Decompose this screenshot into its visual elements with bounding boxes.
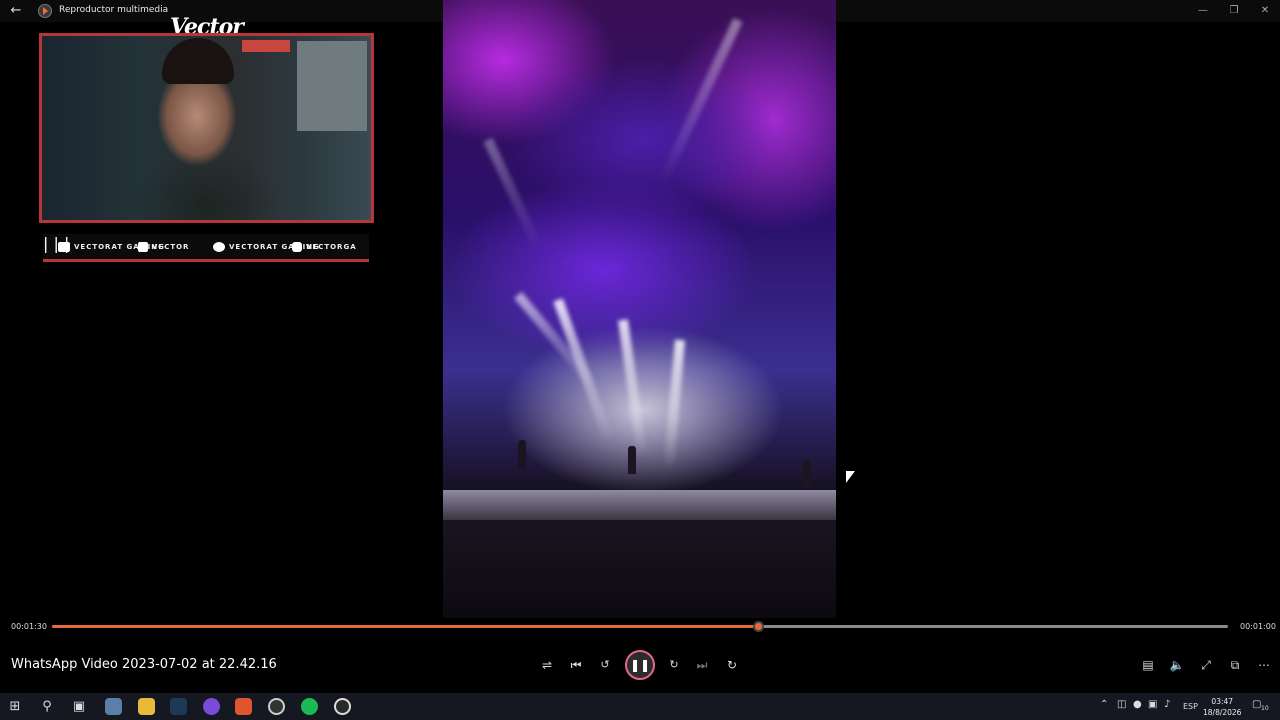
seek-progress xyxy=(52,625,758,628)
social-twitch: VECTOR xyxy=(138,240,189,254)
tray-chevron-icon[interactable]: ⌃ xyxy=(1100,699,1108,710)
repeat-off-icon[interactable]: ↻ xyxy=(723,656,741,674)
file-explorer-icon[interactable] xyxy=(138,698,155,715)
fullscreen-icon[interactable]: ⤢ xyxy=(1197,656,1215,674)
light-beam xyxy=(618,319,648,460)
crowd xyxy=(443,520,836,618)
media-player-taskbar-icon[interactable] xyxy=(334,698,351,715)
discord-icon[interactable] xyxy=(203,698,220,715)
social-label: VECTORGA xyxy=(306,243,357,251)
background-door xyxy=(297,41,367,131)
performer xyxy=(628,446,636,474)
media-title: WhatsApp Video 2023-07-02 at 22.42.16 xyxy=(11,657,277,672)
back-arrow-icon[interactable]: ← xyxy=(8,3,24,19)
minimize-button[interactable]: — xyxy=(1190,2,1216,20)
remaining-time: 00:01:00 xyxy=(1240,622,1276,631)
volume-icon[interactable]: 🔈 xyxy=(1168,656,1186,674)
close-button[interactable]: ✕ xyxy=(1252,2,1278,20)
notification-count: 10 xyxy=(1261,705,1269,712)
app-icon[interactable] xyxy=(105,698,122,715)
video-frame[interactable] xyxy=(443,0,836,618)
skip-forward-30-icon[interactable]: ↻ xyxy=(665,656,683,674)
speaker-icon[interactable]: ♪ xyxy=(1164,699,1170,710)
spotify-icon[interactable] xyxy=(301,698,318,715)
seek-bar[interactable] xyxy=(52,621,1228,632)
instagram-icon xyxy=(292,242,302,252)
media-player-icon xyxy=(38,4,52,18)
elapsed-time: 00:01:30 xyxy=(11,622,47,631)
search-icon[interactable]: ⚲ xyxy=(37,697,57,717)
light-beam xyxy=(663,339,685,470)
next-track-icon[interactable]: ⏭ xyxy=(693,656,711,674)
tray-device-icon[interactable]: ◫ xyxy=(1117,699,1126,710)
window-title: Reproductor multimedia xyxy=(59,5,169,15)
network-icon[interactable]: ▣ xyxy=(1148,699,1157,710)
microphone-icon[interactable]: ● xyxy=(1133,699,1142,710)
skip-back-10-icon[interactable]: ↺ xyxy=(596,656,614,674)
steam-icon[interactable] xyxy=(170,698,187,715)
social-label: VECTOR xyxy=(152,243,190,251)
performer xyxy=(518,440,526,468)
language-indicator[interactable]: ESP xyxy=(1183,702,1198,711)
clock-time: 03:47 xyxy=(1211,697,1234,706)
youtube-icon xyxy=(58,242,70,252)
clock[interactable]: 03:47 18/8/2026 xyxy=(1203,696,1241,718)
performer xyxy=(803,460,811,488)
background-sign xyxy=(242,40,290,52)
clock-date: 18/8/2026 xyxy=(1203,708,1242,717)
seek-thumb[interactable] xyxy=(752,621,764,632)
restore-button[interactable]: ❐ xyxy=(1221,2,1247,20)
start-windows-icon[interactable]: ⊞ xyxy=(5,697,25,717)
social-separator: | xyxy=(43,234,49,253)
obs-icon[interactable] xyxy=(268,698,285,715)
shuffle-icon[interactable]: ⇌ xyxy=(538,656,556,674)
task-view-icon[interactable]: ▣ xyxy=(69,697,89,717)
stage xyxy=(443,490,836,520)
taskbar: ⊞ ⚲ ▣ ⌃ ◫ ● ▣ ♪ ESP ▢ 10 xyxy=(0,693,1280,720)
brave-browser-icon[interactable] xyxy=(235,698,252,715)
previous-track-icon[interactable]: ⏮ xyxy=(567,656,585,674)
light-beam xyxy=(657,17,743,186)
social-instagram: VECTORGA xyxy=(292,240,357,254)
mouse-cursor-icon xyxy=(846,471,855,483)
webcam-overlay xyxy=(39,33,374,223)
mini-player-icon[interactable]: ⧉ xyxy=(1226,656,1244,674)
streamer-hair xyxy=(162,38,234,84)
social-bar: VECTORAT GAMING | VECTOR | VECTORAT GAMI… xyxy=(43,234,369,262)
light-beam xyxy=(483,137,544,251)
pause-button[interactable]: ❚❚ xyxy=(625,650,655,680)
more-options-icon[interactable]: ⋯ xyxy=(1255,656,1273,674)
subtitles-icon[interactable]: ▤ xyxy=(1139,656,1157,674)
twitter-icon xyxy=(213,242,225,252)
twitch-icon xyxy=(138,242,148,252)
